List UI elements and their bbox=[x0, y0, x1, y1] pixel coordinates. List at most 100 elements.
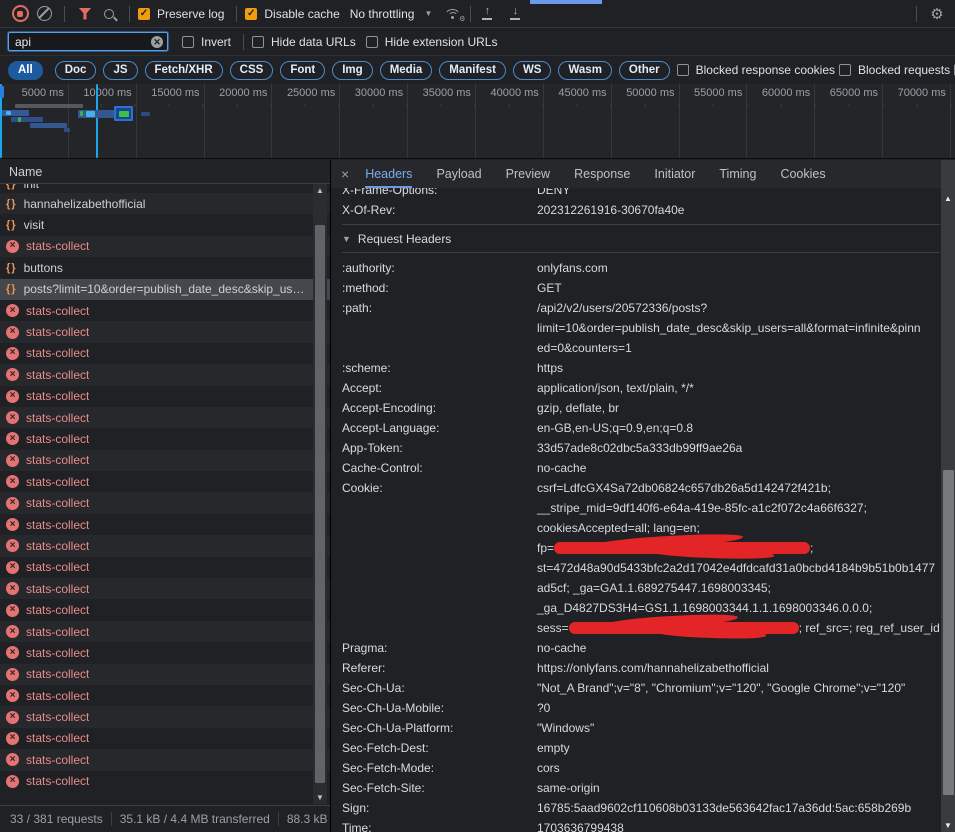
chevron-down-icon[interactable]: ▼ bbox=[424, 9, 432, 18]
chip-ws[interactable]: WS bbox=[513, 61, 552, 80]
chip-manifest[interactable]: Manifest bbox=[439, 61, 506, 80]
request-row[interactable]: ×stats-collect bbox=[0, 578, 330, 599]
name-column-header[interactable]: Name bbox=[0, 160, 330, 184]
error-icon: × bbox=[6, 390, 19, 403]
hide-data-urls-checkbox[interactable] bbox=[252, 36, 264, 48]
request-row[interactable]: {}hannahelizabethofficial bbox=[0, 193, 330, 214]
disable-cache-label: Disable cache bbox=[264, 7, 339, 21]
header-value: https://onlyfans.com/hannahelizabethoffi… bbox=[537, 658, 939, 678]
network-conditions-icon[interactable]: ⚙ bbox=[444, 7, 462, 21]
chip-img[interactable]: Img bbox=[332, 61, 372, 80]
request-row[interactable]: {}visit bbox=[0, 214, 330, 235]
error-icon: × bbox=[6, 625, 19, 638]
request-row[interactable]: {}posts?limit=10&order=publish_date_desc… bbox=[0, 279, 330, 300]
chip-media[interactable]: Media bbox=[380, 61, 433, 80]
hide-extension-urls-checkbox[interactable] bbox=[366, 36, 378, 48]
tab-initiator[interactable]: Initiator bbox=[654, 160, 695, 188]
request-row[interactable]: ×stats-collect bbox=[0, 621, 330, 642]
request-row[interactable]: ×stats-collect bbox=[0, 428, 330, 449]
tab-payload[interactable]: Payload bbox=[436, 160, 481, 188]
request-label: stats-collect bbox=[26, 539, 89, 553]
chip-font[interactable]: Font bbox=[280, 61, 325, 80]
request-row[interactable]: ×stats-collect bbox=[0, 749, 330, 770]
request-row[interactable]: ×stats-collect bbox=[0, 450, 330, 471]
waterfall-bar bbox=[18, 117, 21, 122]
chip-all[interactable]: All bbox=[8, 61, 43, 80]
disable-cache-checkbox[interactable]: ✓ bbox=[245, 8, 257, 20]
request-row[interactable]: ×stats-collect bbox=[0, 364, 330, 385]
request-row[interactable]: {}init bbox=[0, 184, 330, 193]
scrollbar-thumb[interactable] bbox=[315, 225, 325, 783]
chip-fetch-xhr[interactable]: Fetch/XHR bbox=[145, 61, 223, 80]
header-name: App-Token: bbox=[342, 438, 537, 458]
invert-checkbox[interactable] bbox=[182, 36, 194, 48]
preserve-log-checkbox[interactable]: ✓ bbox=[138, 8, 150, 20]
request-row[interactable]: ×stats-collect bbox=[0, 599, 330, 620]
request-row[interactable]: ×stats-collect bbox=[0, 407, 330, 428]
export-har-button[interactable]: ↓ bbox=[507, 7, 523, 19]
scrollbar-thumb[interactable] bbox=[943, 470, 954, 795]
close-icon[interactable]: × bbox=[341, 166, 349, 182]
error-icon: × bbox=[6, 539, 19, 552]
request-row[interactable]: × stats-collect bbox=[0, 535, 330, 556]
name-column-label: Name bbox=[9, 165, 42, 179]
request-row[interactable]: ×stats-collect bbox=[0, 514, 330, 535]
header-row: Accept:application/json, text/plain, */* bbox=[342, 378, 940, 398]
request-list-scrollbar[interactable]: ▲ ▼ bbox=[313, 184, 327, 804]
request-row[interactable]: ×stats-collect bbox=[0, 343, 330, 364]
request-row[interactable]: ×stats-collect bbox=[0, 664, 330, 685]
network-overview-timeline[interactable]: 5000 ms10000 ms15000 ms20000 ms25000 ms3… bbox=[0, 84, 955, 159]
filter-input[interactable]: api ✕ bbox=[8, 32, 168, 51]
request-row[interactable]: ×stats-collect bbox=[0, 386, 330, 407]
tab-cookies[interactable]: Cookies bbox=[780, 160, 825, 188]
search-button[interactable] bbox=[97, 2, 121, 26]
header-row: :scheme:https bbox=[342, 358, 940, 378]
scroll-up-icon[interactable]: ▲ bbox=[313, 186, 327, 195]
request-row[interactable]: ×stats-collect bbox=[0, 236, 330, 257]
tab-timing[interactable]: Timing bbox=[719, 160, 756, 188]
record-button[interactable] bbox=[8, 2, 32, 26]
import-har-button[interactable]: ↑ bbox=[479, 7, 495, 19]
chip-wasm[interactable]: Wasm bbox=[558, 61, 611, 80]
request-row[interactable]: ×stats-collect bbox=[0, 642, 330, 663]
scroll-down-icon[interactable]: ▼ bbox=[313, 793, 327, 802]
scroll-up-icon[interactable]: ▲ bbox=[941, 194, 955, 203]
blocked-requests-checkbox[interactable] bbox=[839, 64, 851, 76]
clear-button[interactable] bbox=[32, 2, 56, 26]
chip-css[interactable]: CSS bbox=[230, 61, 274, 80]
request-label: stats-collect bbox=[26, 582, 89, 596]
tab-preview[interactable]: Preview bbox=[506, 160, 550, 188]
request-row[interactable]: {}buttons bbox=[0, 257, 330, 278]
request-label: stats-collect bbox=[26, 496, 89, 510]
chip-doc[interactable]: Doc bbox=[55, 61, 97, 80]
request-row[interactable]: ×stats-collect bbox=[0, 471, 330, 492]
chip-js[interactable]: JS bbox=[103, 61, 137, 80]
headers-content[interactable]: X-Frame-Options: DENY X-Of-Rev: 20231226… bbox=[332, 188, 940, 832]
request-row[interactable]: ×stats-collect bbox=[0, 728, 330, 749]
throttling-select[interactable]: No throttling bbox=[350, 7, 415, 21]
request-label: stats-collect bbox=[26, 774, 89, 788]
request-row[interactable]: ×stats-collect bbox=[0, 492, 330, 513]
request-row[interactable]: ×stats-collect bbox=[0, 557, 330, 578]
clear-filter-icon[interactable]: ✕ bbox=[151, 36, 163, 48]
request-row[interactable]: ×stats-collect bbox=[0, 300, 330, 321]
request-row[interactable]: ×stats-collect bbox=[0, 706, 330, 727]
scroll-down-icon[interactable]: ▼ bbox=[941, 821, 955, 830]
request-row[interactable]: ×stats-collect bbox=[0, 321, 330, 342]
tab-response[interactable]: Response bbox=[574, 160, 630, 188]
request-row[interactable]: ×stats-collect bbox=[0, 685, 330, 706]
viewport-grip[interactable] bbox=[0, 86, 4, 98]
request-headers-section[interactable]: ▼ Request Headers bbox=[342, 225, 940, 253]
blocked-response-cookies-checkbox[interactable] bbox=[677, 64, 689, 76]
header-row-cookie: Cookie: csrf=LdfcGX4Sa72db06824c657db26a… bbox=[342, 478, 940, 638]
tab-headers[interactable]: Headers bbox=[365, 160, 412, 188]
filter-button[interactable] bbox=[73, 2, 97, 26]
settings-button[interactable]: ⚙ bbox=[925, 2, 949, 26]
error-icon: × bbox=[6, 304, 19, 317]
request-label: stats-collect bbox=[26, 518, 89, 532]
details-scrollbar[interactable]: ▲ ▼ bbox=[941, 160, 955, 832]
request-row[interactable]: ×stats-collect bbox=[0, 771, 330, 792]
chip-other[interactable]: Other bbox=[619, 61, 670, 80]
header-name: Sec-Fetch-Dest: bbox=[342, 738, 537, 758]
blocked-response-cookies-label: Blocked response cookies bbox=[696, 63, 835, 77]
